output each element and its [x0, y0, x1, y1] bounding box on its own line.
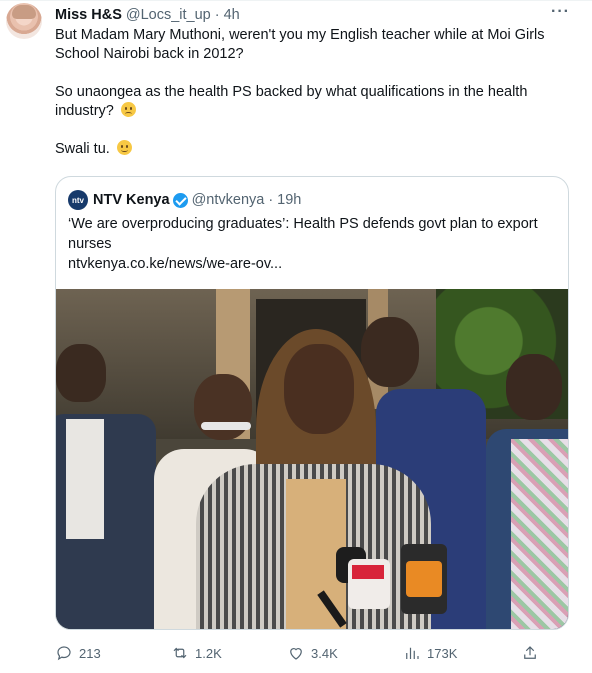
views-chart-icon — [406, 647, 419, 659]
photo-person — [66, 419, 104, 539]
photo-person — [201, 422, 251, 430]
author-name[interactable]: Miss H&S — [55, 7, 122, 23]
more-horizontal-icon[interactable]: ··· — [551, 3, 570, 21]
tweet-paragraph: But Madam Mary Muthoni, weren't you my E… — [55, 27, 545, 62]
photo-person — [284, 344, 354, 434]
separator-dot: · — [268, 192, 274, 208]
tweet-paragraph-text: Swali tu. — [55, 141, 110, 157]
share-icon — [524, 646, 536, 659]
tweet-text: But Madam Mary Muthoni, weren't you my E… — [55, 26, 575, 159]
heart-icon — [290, 648, 302, 660]
views-button[interactable]: 173K — [403, 641, 457, 665]
author-handle[interactable]: @Locs_it_up — [126, 7, 211, 23]
quoted-tweet-header: ntv NTV Kenya @ntvkenya · 19h — [68, 190, 301, 210]
photo-person — [511, 439, 568, 629]
reply-button[interactable]: 213 — [55, 641, 101, 665]
quoted-author-name: NTV Kenya — [93, 192, 170, 208]
repost-icon — [173, 647, 187, 659]
tweet-actions: 213 1.2K 3.4K 173K — [55, 641, 575, 665]
quoted-author-handle: @ntvkenya — [191, 192, 265, 208]
like-button[interactable]: 3.4K — [287, 641, 338, 665]
quoted-timestamp: 19h — [277, 192, 302, 208]
like-count: 3.4K — [311, 645, 338, 661]
news-photo[interactable] — [56, 289, 568, 629]
repost-button[interactable]: 1.2K — [171, 641, 222, 665]
quoted-tweet-text: ‘We are overproducing graduates’: Health… — [68, 216, 538, 252]
microphone — [352, 565, 384, 579]
photo-person — [194, 374, 252, 440]
photo-person — [361, 317, 419, 387]
share-button[interactable] — [521, 641, 539, 665]
avatar-hair — [12, 5, 36, 19]
smiling-face-emoji-icon — [116, 140, 132, 155]
quoted-tweet-link[interactable]: ntvkenya.co.ke/news/we-are-ov... — [68, 254, 282, 274]
microphone — [406, 561, 442, 597]
view-count: 173K — [427, 645, 458, 661]
tweet[interactable]: Miss H&S @Locs_it_up · 4h ··· But Madam … — [0, 0, 592, 673]
avatar[interactable] — [6, 3, 42, 39]
verified-badge-icon — [172, 192, 188, 208]
tweet-paragraph: Swali tu. — [55, 140, 575, 159]
tweet-paragraph: So unaongea as the health PS backed by w… — [55, 83, 575, 121]
repost-count: 1.2K — [195, 645, 222, 661]
reply-count: 213 — [79, 645, 101, 661]
reply-icon — [57, 646, 71, 661]
timestamp[interactable]: 4h — [224, 7, 240, 23]
photo-person — [506, 354, 562, 420]
photo-person — [56, 344, 106, 402]
tweet-header: Miss H&S @Locs_it_up · 4h — [55, 5, 240, 25]
ntv-logo-icon: ntv — [68, 190, 88, 210]
quoted-tweet[interactable]: ntv NTV Kenya @ntvkenya · 19h ‘We are ov… — [55, 176, 569, 630]
confused-face-emoji-icon — [120, 102, 136, 117]
separator-dot: · — [214, 7, 220, 23]
